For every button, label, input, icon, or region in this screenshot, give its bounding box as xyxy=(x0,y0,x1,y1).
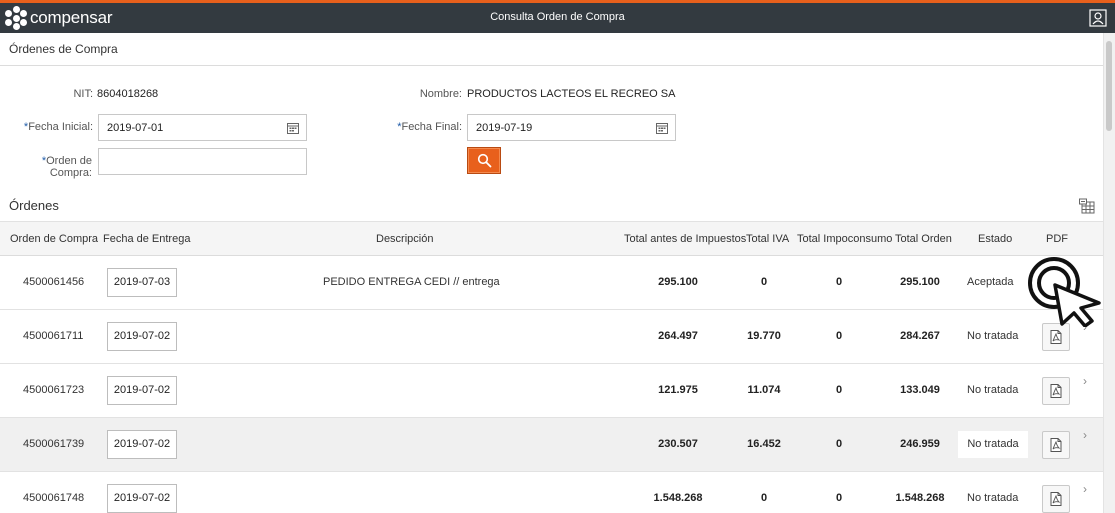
nombre-label: Nombre: xyxy=(419,88,462,100)
total-orden: 133.049 xyxy=(900,384,940,396)
col-fecha-entrega[interactable]: Fecha de Entrega xyxy=(103,233,190,245)
descripcion: PEDIDO ENTREGA CEDI // entrega xyxy=(323,276,500,288)
estado: No tratada xyxy=(967,384,1019,396)
total-iva: 0 xyxy=(760,276,768,288)
search-button[interactable] xyxy=(467,147,501,174)
fecha-entrega-field[interactable]: 2019-07-03 xyxy=(107,268,177,297)
orden-label-line1: Orden de xyxy=(46,155,92,167)
total-orden: 295.100 xyxy=(900,276,940,288)
export-table-icon[interactable] xyxy=(1078,197,1096,215)
total-impoconsumo: 0 xyxy=(835,384,843,396)
fecha-entrega-field[interactable]: 2019-07-02 xyxy=(107,430,177,459)
page-title: Órdenes de Compra xyxy=(9,42,118,56)
user-profile-icon[interactable] xyxy=(1089,9,1107,27)
col-pdf: PDF xyxy=(1046,233,1068,245)
table-row[interactable]: 4500061723 2019-07-02 121.975 11.074 0 1… xyxy=(0,364,1103,418)
chevron-right-icon[interactable]: › xyxy=(1083,428,1087,442)
scrollbar-thumb[interactable] xyxy=(1106,41,1112,131)
table-row[interactable]: 4500061456 2019-07-03 PEDIDO ENTREGA CED… xyxy=(0,256,1103,310)
orden-number: 4500061711 xyxy=(23,330,84,342)
calendar-icon[interactable] xyxy=(656,122,668,134)
total-antes-impuestos: 230.507 xyxy=(658,438,698,450)
fecha-entrega-field[interactable]: 2019-07-02 xyxy=(107,484,177,513)
table-row[interactable]: 4500061739 2019-07-02 230.507 16.452 0 2… xyxy=(0,418,1103,472)
estado: No tratada xyxy=(958,431,1028,458)
fecha-inicial-text: Fecha Inicial: xyxy=(28,121,93,133)
total-antes-impuestos: 264.497 xyxy=(658,330,698,342)
chevron-right-icon[interactable]: › xyxy=(1083,482,1087,496)
click-cursor-icon xyxy=(1027,255,1105,328)
app-title: Consulta Orden de Compra xyxy=(490,11,625,23)
pdf-button[interactable] xyxy=(1042,377,1070,405)
fecha-inicial-value: 2019-07-01 xyxy=(107,122,164,134)
pdf-button[interactable] xyxy=(1042,323,1070,351)
top-bar: compensar Consulta Orden de Compra xyxy=(0,0,1115,33)
pdf-icon xyxy=(1050,438,1062,452)
col-total-antes-impuestos[interactable]: Total antes de Impuestos xyxy=(624,233,746,245)
total-impoconsumo: 0 xyxy=(835,492,843,504)
page-header: Órdenes de Compra xyxy=(0,33,1103,66)
total-impoconsumo: 0 xyxy=(835,330,843,342)
calendar-icon[interactable] xyxy=(287,122,299,134)
pdf-button[interactable] xyxy=(1042,431,1070,459)
orden-compra-input[interactable] xyxy=(98,148,307,175)
total-iva: 16.452 xyxy=(747,438,781,450)
nit-label: NIT: xyxy=(73,88,93,100)
fecha-final-value: 2019-07-19 xyxy=(476,122,533,134)
orden-number: 4500061456 xyxy=(23,276,85,288)
total-orden: 246.959 xyxy=(900,438,940,450)
fecha-final-input[interactable]: 2019-07-19 xyxy=(467,114,676,141)
col-total-iva[interactable]: Total IVA xyxy=(746,233,789,245)
fecha-final-text: Fecha Final: xyxy=(401,121,462,133)
nit-value: 8604018268 xyxy=(97,88,159,100)
pdf-icon xyxy=(1050,330,1062,344)
total-antes-impuestos: 121.975 xyxy=(658,384,698,396)
col-estado[interactable]: Estado xyxy=(978,233,1012,245)
estado: Aceptada xyxy=(967,276,1014,288)
total-iva: 11.074 xyxy=(747,384,781,396)
pdf-button[interactable] xyxy=(1042,485,1070,513)
chevron-right-icon[interactable]: › xyxy=(1083,374,1087,388)
fecha-inicial-input[interactable]: 2019-07-01 xyxy=(98,114,307,141)
table-row[interactable]: 4500061748 2019-07-02 1.548.268 0 0 1.54… xyxy=(0,472,1103,513)
orden-compra-label: *Orden de Compra: xyxy=(30,155,92,179)
col-orden-compra[interactable]: Orden de Compra xyxy=(10,233,98,245)
fecha-entrega-field[interactable]: 2019-07-02 xyxy=(107,376,177,405)
table-row[interactable]: 4500061711 2019-07-02 264.497 19.770 0 2… xyxy=(0,310,1103,364)
total-iva: 19.770 xyxy=(747,330,781,342)
orden-number: 4500061723 xyxy=(23,384,85,396)
pdf-icon xyxy=(1050,384,1062,398)
table-header: Orden de Compra Fecha de Entrega Descrip… xyxy=(0,221,1103,256)
orden-label-line2: Compra: xyxy=(49,167,92,179)
total-antes-impuestos: 295.100 xyxy=(658,276,698,288)
orden-number: 4500061739 xyxy=(23,438,85,450)
orden-number: 4500061748 xyxy=(23,492,85,504)
fecha-entrega-field[interactable]: 2019-07-02 xyxy=(107,322,177,351)
fecha-inicial-label: *Fecha Inicial: xyxy=(10,121,93,133)
pdf-icon xyxy=(1050,492,1062,506)
ordenes-section-title: Órdenes xyxy=(9,198,59,213)
col-descripcion[interactable]: Descripción xyxy=(376,233,433,245)
total-iva: 0 xyxy=(760,492,768,504)
estado: No tratada xyxy=(967,492,1019,504)
total-impoconsumo: 0 xyxy=(835,276,843,288)
total-impoconsumo: 0 xyxy=(835,438,843,450)
fecha-final-label: *Fecha Final: xyxy=(380,121,462,133)
total-orden: 1.548.268 xyxy=(895,492,945,504)
total-antes-impuestos: 1.548.268 xyxy=(653,492,703,504)
search-icon xyxy=(477,153,491,168)
col-total-orden[interactable]: Total Orden xyxy=(895,233,952,245)
nombre-value: PRODUCTOS LACTEOS EL RECREO SA xyxy=(467,88,676,100)
col-total-impoconsumo[interactable]: Total Impoconsumo xyxy=(797,233,892,245)
total-orden: 284.267 xyxy=(900,330,940,342)
estado: No tratada xyxy=(967,330,1019,342)
